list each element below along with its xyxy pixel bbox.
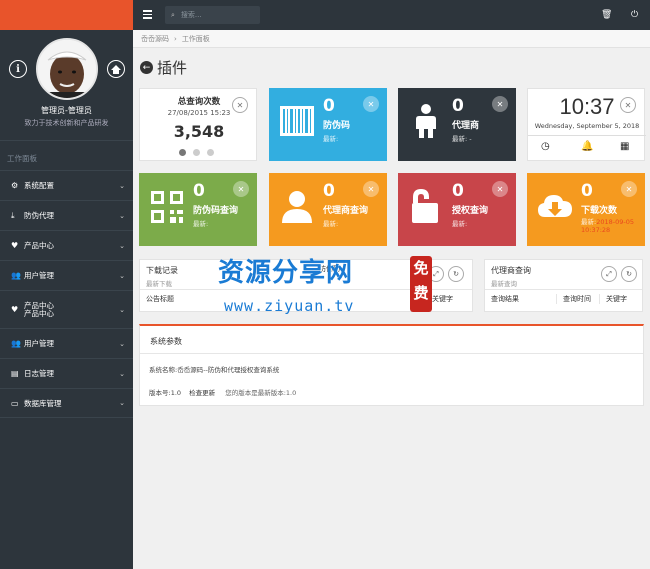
sidebar-item-system-config[interactable]: ⚙ 系统配置 ⌄: [0, 170, 133, 200]
system-info-title: 系统参数: [140, 326, 643, 354]
check-update-link[interactable]: 检查更新: [189, 389, 215, 397]
unlock-icon: [412, 189, 438, 223]
close-icon[interactable]: ✕: [233, 181, 249, 197]
total-queries-value: 3,548: [173, 122, 225, 141]
total-queries-tile: 总查询次数 27/08/2015 15:23 3,548 ✕: [139, 88, 257, 161]
agent-query-panel: 代理商查询 最新查询 ⤢ ↻ 查询结果 查询时间 关键字: [484, 259, 643, 312]
sidebar: i 管理员-管理员 致力于技术创新和产品研发 工作面板 ⚙ 系统配置 ⌄ ⤓ 防…: [0, 0, 133, 569]
trash-icon[interactable]: 🗑: [601, 10, 612, 20]
user-icon: [282, 191, 312, 223]
system-name-row: 系统名称:岙岙源码--防伪和代理授权查询系统: [149, 366, 280, 374]
fake-code-query-tile[interactable]: 0 防伪码查询 最新: ✕: [139, 173, 257, 246]
auth-query-tile[interactable]: 0 授权查询 最新: ✕: [398, 173, 516, 246]
database-icon: ▭: [11, 398, 19, 408]
download-icon: ⤓: [11, 210, 15, 220]
sidebar-item-product-center-2[interactable]: ♥ 产品中心 产品中心 ⌄: [0, 290, 133, 328]
clock-icon[interactable]: ◷: [541, 141, 550, 152]
breadcrumb: 岙岙源码 › 工作面板: [133, 30, 650, 48]
clock-tile: 10:37 Wednesday, September 5, 2018 ◷ 🔔 ▦…: [527, 88, 646, 161]
watermark-overlay: 资源分享网 www.ziyuan.tv 免费: [218, 252, 438, 324]
profile-card: i 管理员-管理员 致力于技术创新和产品研发: [0, 30, 133, 140]
sidebar-item-log-manage[interactable]: ▤ 日志管理 ⌄: [0, 358, 133, 388]
refresh-icon[interactable]: ↻: [621, 266, 637, 282]
cloud-download-icon: [538, 195, 572, 217]
barcode-icon: [280, 106, 314, 136]
heart-icon: ♥: [11, 305, 19, 314]
expand-icon[interactable]: ⤢: [601, 266, 617, 282]
info-icon[interactable]: i: [9, 60, 27, 78]
close-icon[interactable]: ✕: [232, 97, 248, 113]
users-icon: 👥: [11, 271, 21, 280]
carousel-dots[interactable]: [179, 149, 214, 156]
chevron-down-icon: ⌄: [119, 271, 125, 280]
users-icon: 👥: [11, 339, 21, 348]
home-icon[interactable]: [107, 60, 125, 78]
user-motto: 致力于技术创新和产品研发: [24, 119, 109, 127]
sidebar-item-user-manage[interactable]: 👥 用户管理 ⌄: [0, 260, 133, 290]
logo-strip: [0, 0, 133, 30]
watermark-url: www.ziyuan.tv: [224, 297, 355, 315]
chevron-down-icon: ⌄: [119, 181, 125, 190]
page-title: ← 插件: [140, 57, 187, 78]
chevron-down-icon: ⌄: [119, 369, 125, 378]
chevron-down-icon: ⌄: [119, 399, 125, 407]
close-icon[interactable]: ✕: [492, 181, 508, 197]
chevron-down-icon: ⌄: [119, 211, 125, 220]
search-input[interactable]: ⌕ 搜索...: [165, 6, 260, 24]
power-icon[interactable]: ⏻: [631, 10, 638, 20]
download-count-tile[interactable]: 0 下载次数 最新:2018-09-05 10:37:28 ✕: [527, 173, 645, 246]
refresh-icon[interactable]: ↻: [448, 266, 464, 282]
sidebar-item-user-manage-2[interactable]: 👥 用户管理 ⌄: [0, 328, 133, 358]
close-icon[interactable]: ✕: [363, 96, 379, 112]
heart-icon: ♥: [11, 241, 19, 250]
agent-query-tile[interactable]: 0 代理商查询 最新: ✕: [269, 173, 387, 246]
chevron-down-icon: ⌄: [119, 241, 125, 250]
fake-code-tile[interactable]: 0 防伪码 最新: ✕: [269, 88, 387, 161]
menu-toggle-icon[interactable]: [143, 10, 152, 19]
version-row: 版本号:1.0 检查更新 您的版本是最新版本:1.0: [149, 389, 297, 397]
chevron-down-icon: ⌄: [119, 305, 125, 314]
clock-date: Wednesday, September 5, 2018: [534, 122, 640, 130]
system-info-panel: 系统参数 系统名称:岙岙源码--防伪和代理授权查询系统 版本号:1.0 检查更新…: [139, 324, 644, 406]
breadcrumb-home[interactable]: 岙岙源码: [141, 34, 169, 44]
avatar[interactable]: [36, 38, 98, 100]
watermark-text: 资源分享网: [218, 258, 354, 288]
chevron-down-icon: ⌄: [119, 339, 125, 348]
breadcrumb-current: 工作面板: [181, 34, 210, 43]
sidebar-section-title: 工作面板: [0, 140, 133, 170]
watermark-seal: 免费: [410, 256, 432, 312]
back-arrow-icon[interactable]: ←: [140, 61, 153, 74]
col-header-keyword: 关键字: [606, 295, 627, 303]
search-icon: ⌕: [171, 10, 175, 19]
col-header-time: 查询时间: [557, 294, 600, 304]
user-name: 管理员-管理员: [41, 106, 92, 115]
agent-tile[interactable]: 0 代理商 最新: - ✕: [398, 88, 516, 161]
topbar: ⌕ 搜索... 🗑 ⏻: [133, 0, 650, 30]
sidebar-item-product-center[interactable]: ♥ 产品中心 ⌄: [0, 230, 133, 260]
gears-icon: ⚙: [11, 181, 19, 190]
bell-icon[interactable]: 🔔: [581, 141, 593, 152]
close-icon[interactable]: ✕: [620, 97, 636, 113]
close-icon[interactable]: ✕: [621, 181, 637, 197]
breadcrumb-separator: ›: [174, 34, 177, 43]
col-header-result: 查询结果: [485, 294, 557, 304]
sidebar-item-db-manage[interactable]: ▭ 数据库管理 ⌄: [0, 388, 133, 418]
sidebar-item-fake-agent[interactable]: ⤓ 防伪代理 ⌄: [0, 200, 133, 230]
person-icon: [416, 104, 436, 138]
calendar-icon[interactable]: ▦: [620, 141, 629, 152]
close-icon[interactable]: ✕: [363, 181, 379, 197]
qr-code-icon: [151, 191, 183, 223]
close-icon[interactable]: ✕: [492, 96, 508, 112]
log-icon: ▤: [11, 369, 19, 378]
